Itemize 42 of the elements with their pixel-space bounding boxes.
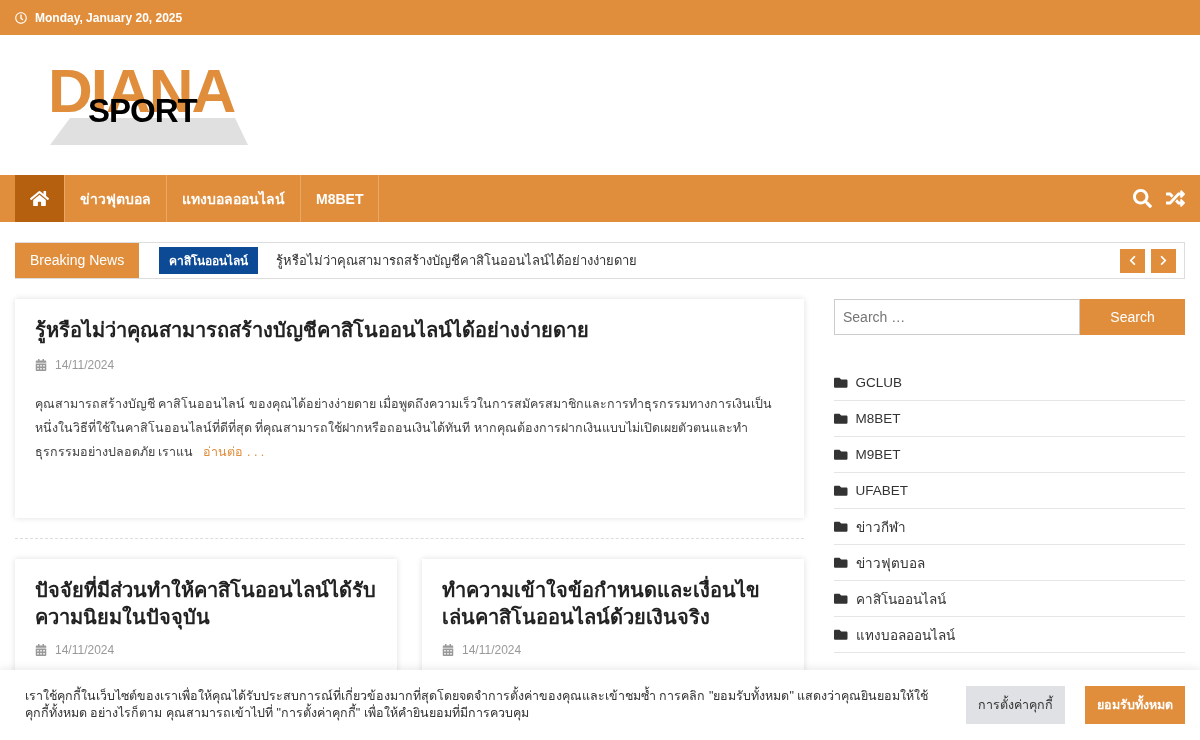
- calendar-icon: [442, 644, 454, 656]
- category-link[interactable]: คาสิโนออนไลน์: [834, 581, 1185, 617]
- category-link[interactable]: M9BET: [834, 437, 1185, 473]
- category-link[interactable]: UFABET: [834, 473, 1185, 509]
- shuffle-icon[interactable]: [1166, 189, 1185, 208]
- category-tag[interactable]: คาสิโนออนไลน์: [159, 247, 259, 274]
- chevron-right-icon: [1158, 255, 1169, 266]
- clock-icon: [15, 11, 27, 24]
- breaking-news-label: Breaking News: [15, 242, 140, 278]
- post-date: 14/11/2024: [55, 643, 115, 657]
- home-icon: [30, 189, 49, 208]
- date-text: Monday, January 20, 2025: [35, 10, 183, 25]
- post-title[interactable]: ปัจจัยที่มีส่วนทำให้คาสิโนออนไลน์ได้รับความนิยมในปัจจุบัน: [35, 577, 377, 631]
- home-nav-item[interactable]: [15, 175, 65, 222]
- category-link[interactable]: M8BET: [834, 401, 1185, 437]
- category-link[interactable]: ข่าวกีฬา: [834, 509, 1185, 545]
- post-title[interactable]: รู้หรือไม่ว่าคุณสามารถสร้างบัญชีคาสิโนออนไลน์ได้อย่างง่ายดาย: [35, 317, 784, 344]
- category-link[interactable]: ข่าวฟุตบอล: [834, 545, 1185, 581]
- folder-icon: [834, 375, 848, 390]
- calendar-icon: [35, 359, 47, 371]
- cookie-settings-button[interactable]: การตั้งค่าคุกกี้: [966, 686, 1065, 724]
- next-button[interactable]: [1151, 248, 1176, 273]
- search-field[interactable]: Search …: [834, 299, 1080, 335]
- cookie-notice: เราใช้คุกกี้ในเว็บไซต์ของเราเพื่อให้คุณได้รับประสบการณ์ที่เกี่ยวข้องมากที่สุดโดยจดจำการตั้งค่าของคุณและเข้าชมซ้ำ การคลิก "ยอมรับทั้งหมด" แสดงว่าคุณยินยอมให้ใช้คุกกี้ทั้งหมด อย่างไรก็ตาม คุณสามารถเข้าไปที่ "การตั้งค่าคุกกี้" เพื่อให้คำยินยอมที่มีการควบคุม: [25, 688, 946, 722]
- folder-icon: [834, 555, 848, 570]
- post-date: 14/11/2024: [462, 643, 522, 657]
- search-icon[interactable]: [1133, 189, 1152, 208]
- breaking-headline[interactable]: รู้หรือไม่ว่าคุณสามารถสร้างบัญชีคาสิโนออนไลน์ได้อย่างง่ายดาย: [276, 250, 638, 271]
- folder-icon: [834, 519, 848, 534]
- folder-icon: [834, 447, 848, 462]
- category-link[interactable]: GCLUB: [834, 365, 1185, 401]
- folder-icon: [834, 591, 848, 606]
- folder-icon: [834, 483, 848, 498]
- post-date: 14/11/2024: [55, 358, 115, 372]
- category-link[interactable]: แทงบอลออนไลน์: [834, 617, 1185, 653]
- previous-button[interactable]: [1120, 248, 1145, 273]
- folder-icon: [834, 411, 848, 426]
- post-title[interactable]: ทำความเข้าใจข้อกำหนดและเงื่อนไขเล่นคาสิโนออนไลน์ด้วยเงินจริง: [442, 577, 784, 631]
- chevron-left-icon: [1127, 255, 1138, 266]
- calendar-icon: [35, 644, 47, 656]
- folder-icon: [834, 627, 848, 642]
- post-excerpt: คุณสามารถสร้างบัญชี คาสิโนออนไลน์ ของคุณได้อย่างง่ายดาย เมื่อพูดถึงความเร็วในการสมัครสมาชิกและการทำธุรกรรมทางการเงินเป็นหนึ่งในวิธีที่ใช้ในคาสิโนออนไลน์ที่ดีที่สุด ที่คุณสามารถใช้ฝากหรือถอนเงินได้ทันที หากคุณต้องการฝากเงินแบบไม่เปิดเผยตัวตนและทำธุรกรรมอย่างปลอดภัย เราแน อ่านต่อ . . .: [35, 394, 774, 462]
